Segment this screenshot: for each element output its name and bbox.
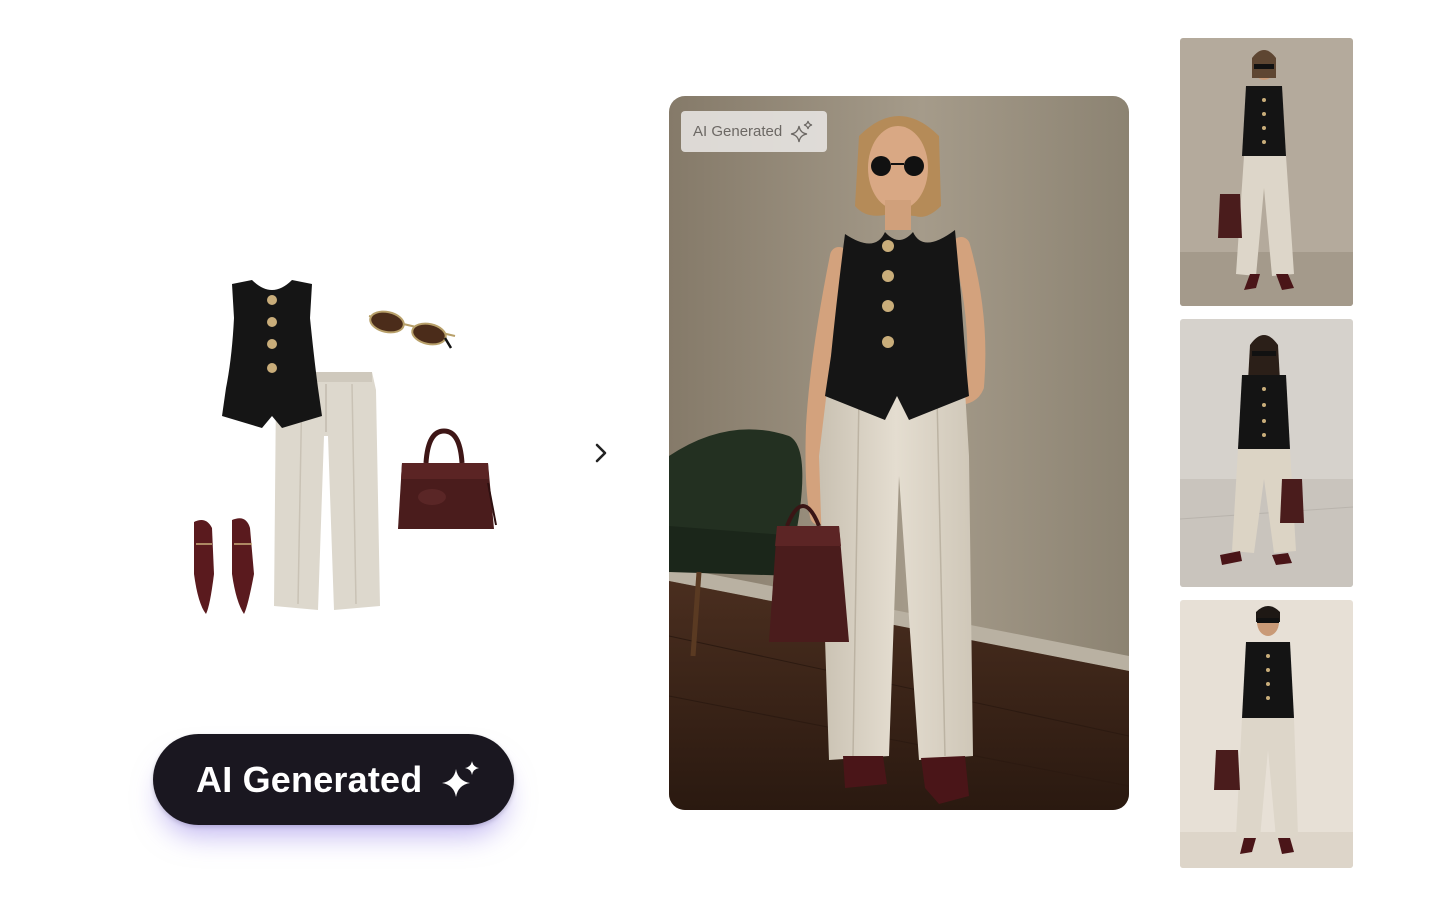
thumbnail-model-1[interactable]: [1180, 38, 1353, 306]
sparkle-icon: [791, 120, 813, 142]
ai-generated-pill[interactable]: AI Generated: [153, 734, 514, 825]
thumbnail-model-3-image: [1180, 600, 1353, 868]
chevron-right-icon: [595, 443, 607, 463]
thumbnail-model-3[interactable]: [1180, 600, 1353, 868]
ai-generated-badge-label: AI Generated: [693, 123, 783, 140]
model-photo-scene: [669, 96, 1129, 810]
ai-generated-badge: AI Generated: [681, 111, 827, 152]
burgundy-handbag-image: [398, 428, 497, 529]
sunglasses-image: [368, 310, 456, 349]
thumbnail-model-1-image: [1180, 38, 1353, 306]
thumbnail-model-2[interactable]: [1180, 319, 1353, 587]
burgundy-flats-image: [194, 518, 254, 614]
ai-generated-pill-label: AI Generated: [196, 758, 423, 800]
outfit-flatlay: [180, 270, 510, 630]
thumbnail-model-2-image: [1180, 319, 1353, 587]
generated-model-photo[interactable]: AI Generated: [669, 96, 1129, 810]
black-vest-image: [222, 280, 322, 428]
sparkle-icon: [442, 760, 480, 797]
next-arrow-button[interactable]: [584, 436, 618, 470]
